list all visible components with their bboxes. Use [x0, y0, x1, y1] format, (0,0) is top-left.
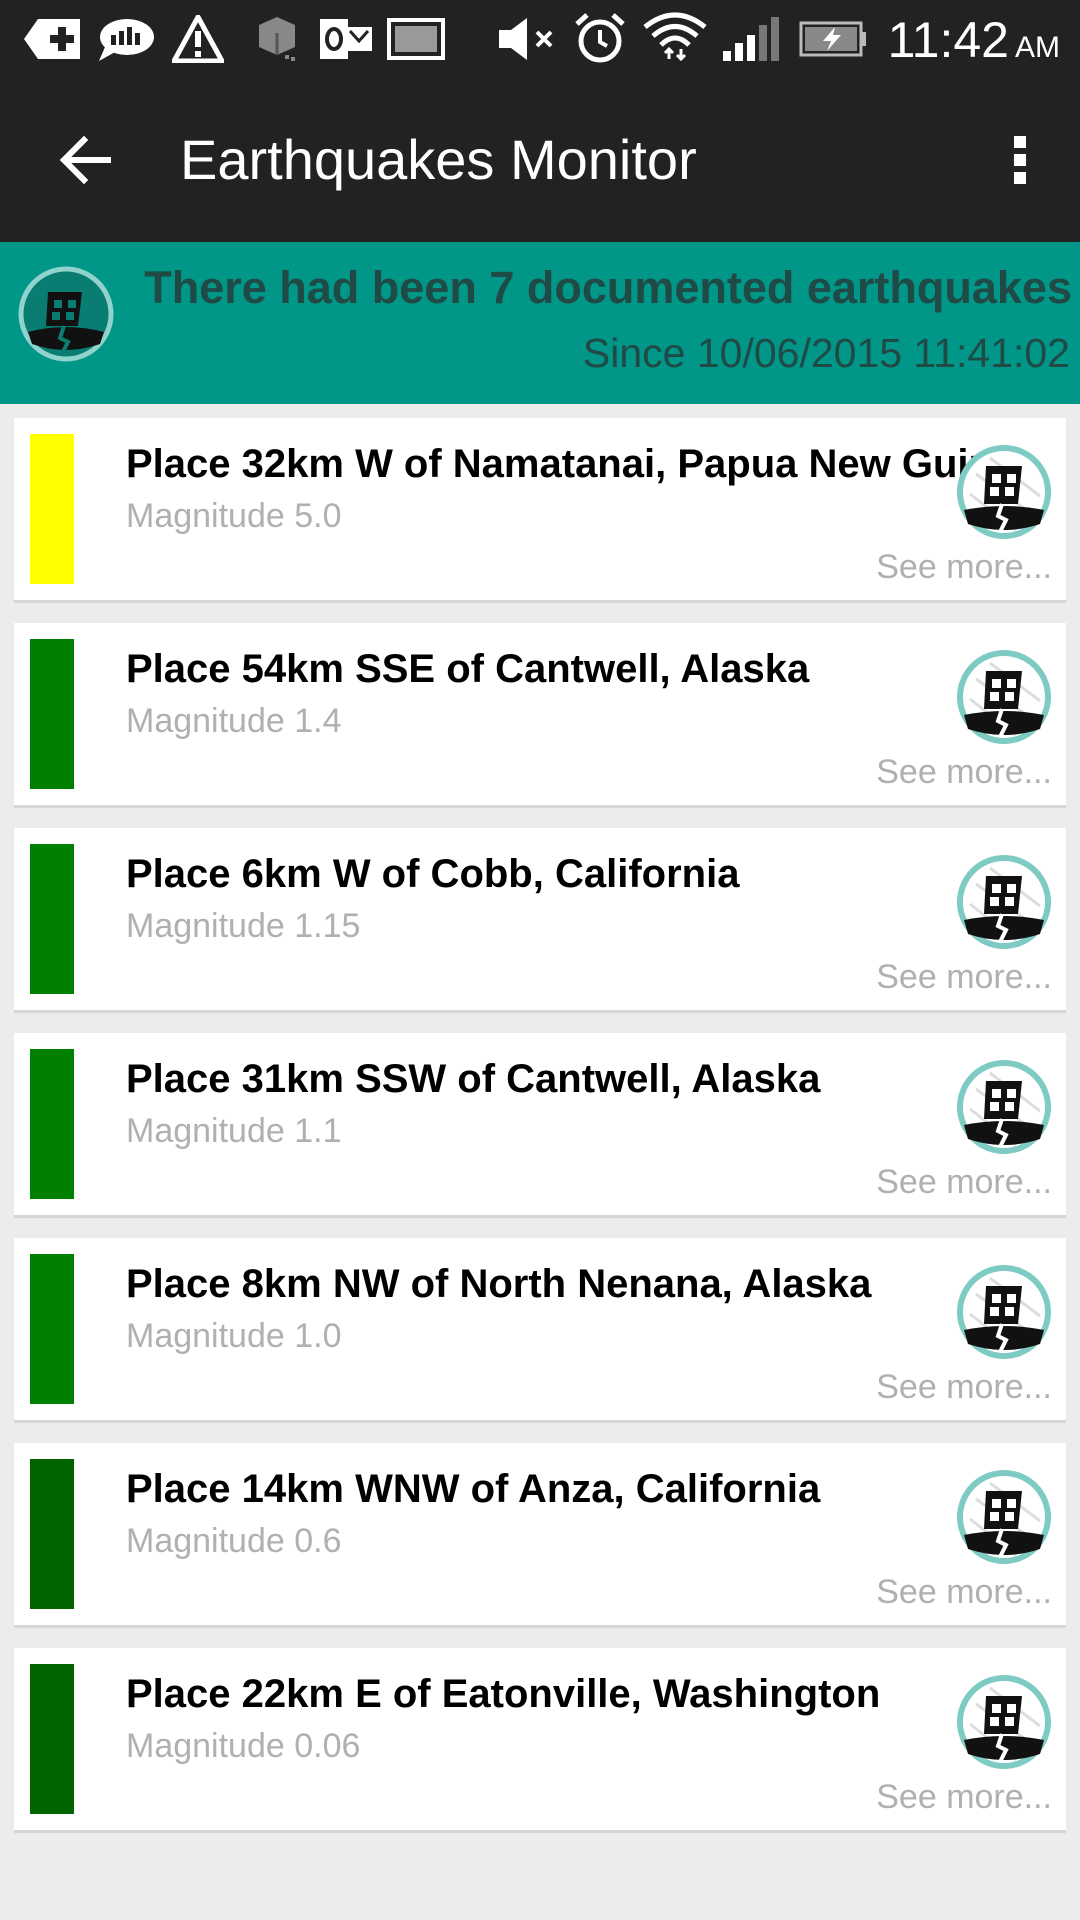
banner-title: There had been 7 documented earthquakes [144, 262, 1072, 313]
earthquake-magnitude: Magnitude 1.1 [126, 1112, 342, 1150]
alarm-icon [572, 13, 628, 64]
image-icon [386, 14, 446, 64]
overflow-menu-icon [1014, 136, 1026, 184]
earthquake-card[interactable]: Place 31km SSW of Cantwell, Alaska Magni… [14, 1033, 1066, 1218]
earthquake-card[interactable]: Place 32km W of Namatanai, Papua New Gui… [14, 418, 1066, 603]
status-bar: 11:42 AM [0, 0, 1080, 80]
clock-time: 11:42 [887, 12, 1009, 68]
chat-bubble-icon [96, 14, 156, 64]
app-bar: Earthquakes Monitor [0, 80, 1080, 242]
earthquake-place: Place 32km W of Namatanai, Papua New Gui… [126, 442, 1038, 486]
earthquake-icon [957, 445, 1051, 539]
clock-ampm: AM [1015, 31, 1060, 64]
battery-charging-icon [798, 14, 868, 64]
box-icon [252, 14, 302, 64]
earthquake-icon [957, 1060, 1051, 1154]
earthquake-icon [957, 650, 1051, 744]
earthquake-place: Place 22km E of Eatonville, Washington [126, 1672, 881, 1716]
magnitude-color-bar [30, 1254, 74, 1404]
earthquake-card[interactable]: Place 8km NW of North Nenana, Alaska Mag… [14, 1238, 1066, 1423]
page-title: Earthquakes Monitor [180, 128, 697, 191]
magnitude-color-bar [30, 844, 74, 994]
earthquake-magnitude: Magnitude 0.06 [126, 1727, 361, 1765]
earthquake-card[interactable]: Place 14km WNW of Anza, California Magni… [14, 1443, 1066, 1628]
earthquake-magnitude: Magnitude 0.6 [126, 1522, 342, 1560]
see-more-link[interactable]: See more... [876, 1569, 1052, 1615]
earthquake-icon [957, 1265, 1051, 1359]
banner-since: Since 10/06/2015 11:41:02 [582, 330, 1070, 376]
magnitude-color-bar [30, 1049, 74, 1199]
earthquake-card[interactable]: Place 54km SSE of Cantwell, Alaska Magni… [14, 623, 1066, 808]
earthquake-logo-icon [18, 266, 114, 362]
outlook-icon [318, 14, 374, 64]
signal-icon [720, 14, 782, 64]
see-more-link[interactable]: See more... [876, 1364, 1052, 1410]
see-more-link[interactable]: See more... [876, 1774, 1052, 1820]
earthquake-card[interactable]: Place 6km W of Cobb, California Magnitud… [14, 828, 1066, 1013]
earthquake-place: Place 14km WNW of Anza, California [126, 1467, 821, 1511]
clock: 11:42 AM [888, 8, 1060, 72]
see-more-link[interactable]: See more... [876, 544, 1052, 590]
earthquake-magnitude: Magnitude 1.15 [126, 907, 361, 945]
back-button[interactable] [40, 120, 130, 200]
magnitude-color-bar [30, 639, 74, 789]
magnitude-color-bar [30, 1664, 74, 1814]
earthquake-place: Place 54km SSE of Cantwell, Alaska [126, 647, 810, 691]
wifi-icon [642, 12, 708, 64]
earthquake-icon [957, 1470, 1051, 1564]
arrow-back-icon [59, 136, 111, 184]
earthquake-magnitude: Magnitude 1.0 [126, 1317, 342, 1355]
mute-icon [496, 14, 558, 64]
magnitude-color-bar [30, 434, 74, 584]
earthquake-magnitude: Magnitude 5.0 [126, 497, 342, 535]
earthquake-place: Place 6km W of Cobb, California [126, 852, 740, 896]
magnitude-color-bar [30, 1459, 74, 1609]
earthquake-place: Place 8km NW of North Nenana, Alaska [126, 1262, 872, 1306]
see-more-link[interactable]: See more... [876, 749, 1052, 795]
earthquake-icon [957, 1675, 1051, 1769]
see-more-link[interactable]: See more... [876, 1159, 1052, 1205]
earthquake-magnitude: Magnitude 1.4 [126, 702, 342, 740]
warning-icon [170, 14, 226, 64]
earthquake-card[interactable]: Place 22km E of Eatonville, Washington M… [14, 1648, 1066, 1833]
overflow-menu-button[interactable] [980, 120, 1060, 200]
earthquake-place: Place 31km SSW of Cantwell, Alaska [126, 1057, 821, 1101]
earthquake-icon [957, 855, 1051, 949]
earthquake-list: Place 32km W of Namatanai, Papua New Gui… [0, 404, 1080, 1853]
summary-banner: There had been 7 documented earthquakes … [0, 242, 1080, 404]
see-more-link[interactable]: See more... [876, 954, 1052, 1000]
plus-icon [22, 14, 82, 64]
